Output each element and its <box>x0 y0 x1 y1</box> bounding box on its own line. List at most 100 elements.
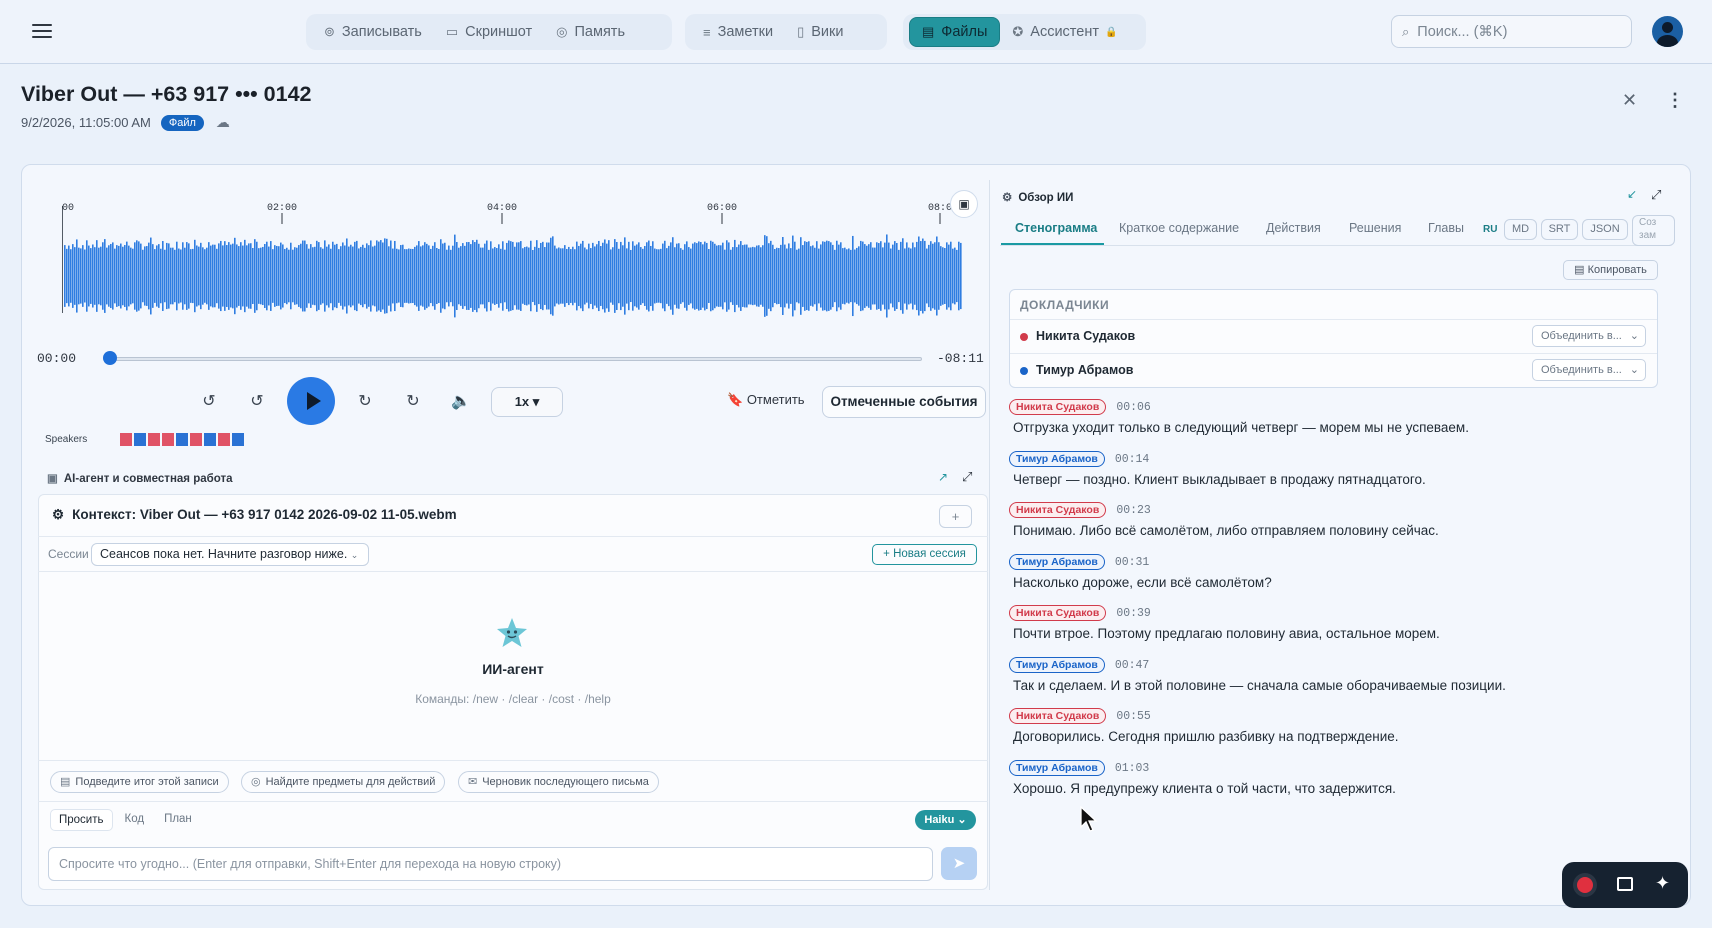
segment-timestamp[interactable]: 00:14 <box>1115 453 1150 466</box>
waveform-bar <box>834 249 836 303</box>
speaker-segment[interactable] <box>148 433 160 446</box>
waveform-bar <box>926 248 928 304</box>
nav-screenshot[interactable]: ▭ Скриншот <box>434 17 544 47</box>
speaker-badge[interactable]: Тимур Абрамов <box>1009 759 1105 776</box>
merge-select[interactable]: Объединить в... ⌄ <box>1532 359 1646 381</box>
nav-assistant[interactable]: ✪ Ассистент 🔒 <box>1000 17 1129 47</box>
model-select[interactable]: Haiku ⌄ <box>915 810 976 830</box>
waveform-bar <box>416 245 418 307</box>
chat-input[interactable]: Спросите что угодно... (Enter для отправ… <box>48 847 933 881</box>
collapse-icon[interactable]: ↙ <box>1627 187 1637 201</box>
skip-forward-30-icon[interactable]: ↻ <box>399 388 427 416</box>
speaker-segment[interactable] <box>162 433 174 446</box>
merge-select[interactable]: Объединить в... ⌄ <box>1532 325 1646 347</box>
language-badge[interactable]: RU <box>1483 224 1497 235</box>
nav-wiki[interactable]: ▯ Вики <box>785 17 855 47</box>
avatar[interactable] <box>1652 16 1683 47</box>
transcript-segment[interactable]: Тимур Абрамов 00:47 Так и сделаем. И в это… <box>1009 656 1506 693</box>
create-note-button[interactable]: Соз зам <box>1632 215 1675 246</box>
chip-action-items[interactable]: ◎ Найдите предметы для действий <box>241 771 446 793</box>
tab-summary[interactable]: Краткое содержание <box>1119 221 1239 235</box>
mode-plan[interactable]: План <box>156 809 200 831</box>
segment-timestamp[interactable]: 01:03 <box>1115 762 1150 775</box>
record-button[interactable] <box>1577 877 1593 893</box>
segment-timestamp[interactable]: 00:39 <box>1116 607 1151 620</box>
waveform-bar <box>464 245 466 307</box>
speaker-segment[interactable] <box>120 433 132 446</box>
waveform-bar <box>100 246 102 306</box>
close-icon[interactable]: ✕ <box>1622 90 1637 111</box>
transcript-segment[interactable]: Никита Судаков 00:39 Почти втрое. Поэтому … <box>1009 604 1440 641</box>
agent-star-icon <box>497 618 527 647</box>
copy-button[interactable]: ▤ Копировать <box>1563 260 1658 280</box>
nav-record[interactable]: ⊚ Записывать <box>312 17 434 47</box>
nav-files[interactable]: ▤ Файлы <box>909 17 1001 47</box>
more-options-icon[interactable]: ⋮ <box>1666 90 1684 111</box>
popout-icon[interactable]: ↗ <box>938 470 948 484</box>
mode-ask[interactable]: Просить <box>50 809 113 831</box>
mark-button[interactable]: 🔖 Отметить <box>727 392 805 408</box>
chip-summarize[interactable]: ▤ Подведите итог этой записи <box>50 771 229 793</box>
speaker-badge[interactable]: Никита Судаков <box>1009 502 1107 518</box>
segment-timestamp[interactable]: 00:47 <box>1115 659 1150 672</box>
export-json-button[interactable]: JSON <box>1582 219 1628 240</box>
speaker-badge[interactable]: Никита Судаков <box>1009 399 1107 415</box>
add-context-button[interactable]: + <box>939 505 972 528</box>
speaker-segment[interactable] <box>218 433 230 446</box>
send-button[interactable]: ➤ <box>941 847 977 880</box>
speaker-badge[interactable]: Никита Судаков <box>1009 605 1107 621</box>
waveform-bar <box>636 244 638 308</box>
new-session-button[interactable]: + Новая сессия <box>872 544 977 565</box>
search-input[interactable]: ⌕ Поиск... (⌘K) <box>1391 15 1632 48</box>
transcript-segment[interactable]: Никита Судаков 00:06 Отгрузка уходит тольк… <box>1009 398 1469 435</box>
tab-transcript[interactable]: Стенограмма <box>1015 221 1097 235</box>
waveform[interactable]: 00 02:00 04:00 06:00 08:0 <box>62 198 962 318</box>
expand-icon[interactable]: ⤢ <box>1651 187 1661 203</box>
cloud-sync-icon[interactable]: ☁ <box>216 114 230 131</box>
nav-notes[interactable]: ≡ Заметки <box>691 17 785 47</box>
chip-draft-email[interactable]: ✉ Черновик последующего письма <box>458 771 659 793</box>
sessions-select[interactable]: Сеансов пока нет. Начните разговор ниже.… <box>91 543 369 566</box>
speaker-segment[interactable] <box>190 433 202 446</box>
volume-icon[interactable]: 🔈 <box>447 388 475 416</box>
expand-icon[interactable]: ⤢ <box>962 469 972 485</box>
transcript-segment[interactable]: Никита Судаков 00:55 Договорились. Сегодня… <box>1009 707 1399 744</box>
waveform-bar <box>628 241 630 311</box>
segment-timestamp[interactable]: 00:23 <box>1116 504 1151 517</box>
play-button[interactable] <box>287 377 335 425</box>
transcript-segment[interactable]: Тимур Абрамов 01:03 Хорошо. Я предупрежу к… <box>1009 759 1396 796</box>
export-srt-button[interactable]: SRT <box>1541 219 1578 240</box>
speaker-segment[interactable] <box>176 433 188 446</box>
speaker-badge[interactable]: Тимур Абрамов <box>1009 553 1105 570</box>
transcript-segment[interactable]: Никита Судаков 00:23 Понимаю. Либо всё сам… <box>1009 501 1439 538</box>
speaker-segment[interactable] <box>204 433 216 446</box>
export-md-button[interactable]: MD <box>1504 219 1537 240</box>
speaker-segment[interactable] <box>134 433 146 446</box>
segment-timestamp[interactable]: 00:55 <box>1116 710 1151 723</box>
speaker-badge[interactable]: Никита Судаков <box>1009 708 1107 724</box>
tab-actions[interactable]: Действия <box>1266 221 1321 235</box>
sparkle-icon[interactable]: ✦ <box>1655 873 1670 894</box>
tab-chapters[interactable]: Главы <box>1428 221 1464 235</box>
segment-timestamp[interactable]: 00:06 <box>1116 401 1151 414</box>
pip-button[interactable]: ▣ <box>950 190 978 218</box>
screen-capture-icon[interactable] <box>1617 877 1633 891</box>
speaker-segment[interactable] <box>232 433 244 446</box>
skip-forward-10-icon[interactable]: ↻ <box>351 388 379 416</box>
nav-memory[interactable]: ◎ Память <box>544 17 637 47</box>
skip-back-30-icon[interactable]: ↺ <box>195 388 223 416</box>
speed-select[interactable]: 1x ▾ <box>491 387 563 417</box>
transcript-segment[interactable]: Тимур Абрамов 00:31 Насколько дороже, если… <box>1009 553 1272 590</box>
hamburger-menu-icon[interactable] <box>30 20 54 44</box>
seek-knob[interactable] <box>103 351 117 365</box>
speaker-timeline[interactable] <box>120 433 244 446</box>
tab-decisions[interactable]: Решения <box>1349 221 1401 235</box>
speaker-badge[interactable]: Тимур Абрамов <box>1009 656 1105 673</box>
speaker-badge[interactable]: Тимур Абрамов <box>1009 450 1105 467</box>
mode-code[interactable]: Код <box>117 809 153 831</box>
transcript-segment[interactable]: Тимур Абрамов 00:14 Четверг — поздно. Клие… <box>1009 450 1426 487</box>
marked-events-button[interactable]: Отмеченные события <box>822 386 986 418</box>
seek-bar[interactable] <box>108 357 922 361</box>
segment-timestamp[interactable]: 00:31 <box>1115 556 1150 569</box>
skip-back-10-icon[interactable]: ↺ <box>243 388 271 416</box>
